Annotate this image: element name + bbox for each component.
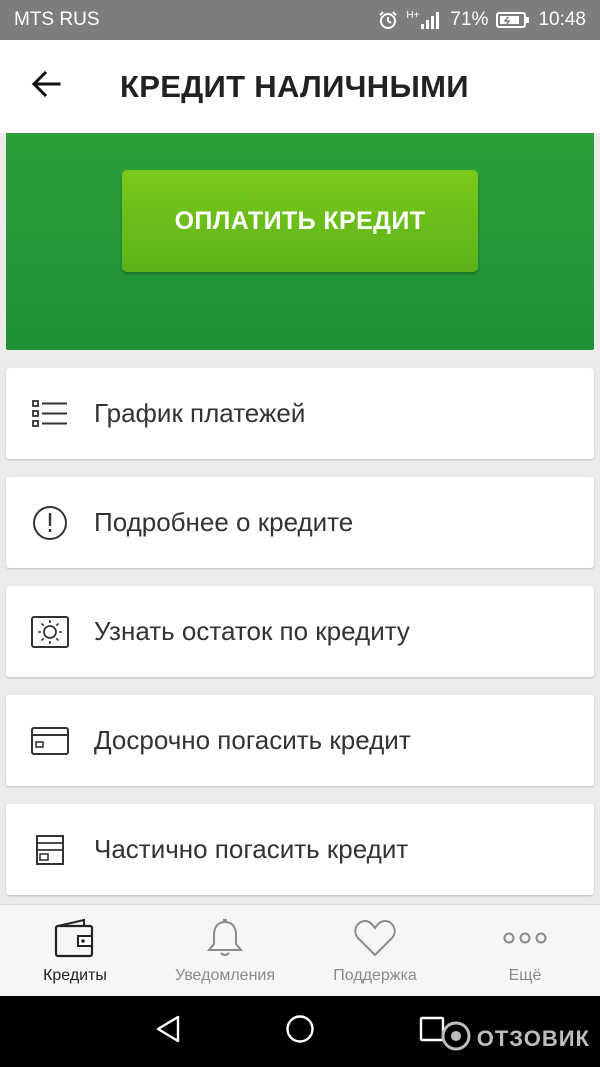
info-circle-icon [6,477,94,568]
otzovik-logo-icon [441,1021,471,1057]
circle-home-icon [285,1014,315,1049]
status-bar: MTS RUS H+ 71% 10:48 [0,0,600,40]
nav-item-support[interactable]: Поддержка [300,905,450,996]
battery-percent: 71% [450,9,489,30]
menu-item-check-balance[interactable]: Узнать остаток по кредиту [6,586,594,677]
menu-item-payment-schedule[interactable]: График платежей [6,368,594,459]
nav-label: Уведомления [174,967,276,984]
nav-label: Ещё [508,967,542,984]
page-title: КРЕДИТ НАЛИЧНЫМИ [120,68,469,104]
bottom-nav: Кредиты Уведомления Поддержка Ещё [0,904,600,996]
menu-item-label: Частично погасить кредит [94,834,409,864]
alarm-icon [378,10,398,30]
pay-credit-button[interactable]: ОПЛАТИТЬ КРЕДИТ [122,170,478,272]
nav-label: Поддержка [333,967,417,984]
app-bar: КРЕДИТ НАЛИЧНЫМИ [0,40,600,133]
back-button[interactable] [0,40,92,133]
bell-icon [205,915,245,961]
wallet-icon [54,915,96,961]
arrow-left-icon [31,70,61,102]
menu-item-credit-details[interactable]: Подробнее о кредите [6,477,594,568]
more-dots-icon [503,915,547,961]
status-icons: H+ 71% 10:48 [378,9,586,31]
nav-label: Кредиты [43,967,107,984]
signal-icon: H+ [406,11,442,29]
menu-item-label: Подробнее о кредите [94,507,354,537]
credit-banner: ОПЛАТИТЬ КРЕДИТ [6,133,594,350]
network-type: H+ [406,10,420,21]
carrier-name: MTS RUS [14,9,100,30]
menu-item-label: График платежей [94,398,306,428]
watermark: ОТЗОВИК [441,1021,590,1057]
list-icon [6,368,94,459]
menu-item-label: Узнать остаток по кредиту [94,616,410,646]
system-back-button[interactable] [123,996,213,1067]
triangle-back-icon [155,1015,181,1048]
document-icon [6,804,94,895]
menu-item-early-repayment[interactable]: Досрочно погасить кредит [6,695,594,786]
menu-item-partial-repayment[interactable]: Частично погасить кредит [6,804,594,895]
screen: MTS RUS H+ 71% 10:48 КРЕДИТ НАЛИЧНЫМИ ОП… [0,0,600,1067]
nav-item-notifications[interactable]: Уведомления [150,905,300,996]
nav-item-credits[interactable]: Кредиты [0,905,150,996]
menu-item-label: Досрочно погасить кредит [94,725,411,755]
battery-icon [496,11,530,29]
system-home-button[interactable] [255,996,345,1067]
sun-balance-icon [6,586,94,677]
watermark-text: ОТЗОВИК [476,1026,590,1051]
nav-item-more[interactable]: Ещё [450,905,600,996]
heart-icon [353,915,397,961]
clock-time: 10:48 [538,9,586,30]
card-icon [6,695,94,786]
